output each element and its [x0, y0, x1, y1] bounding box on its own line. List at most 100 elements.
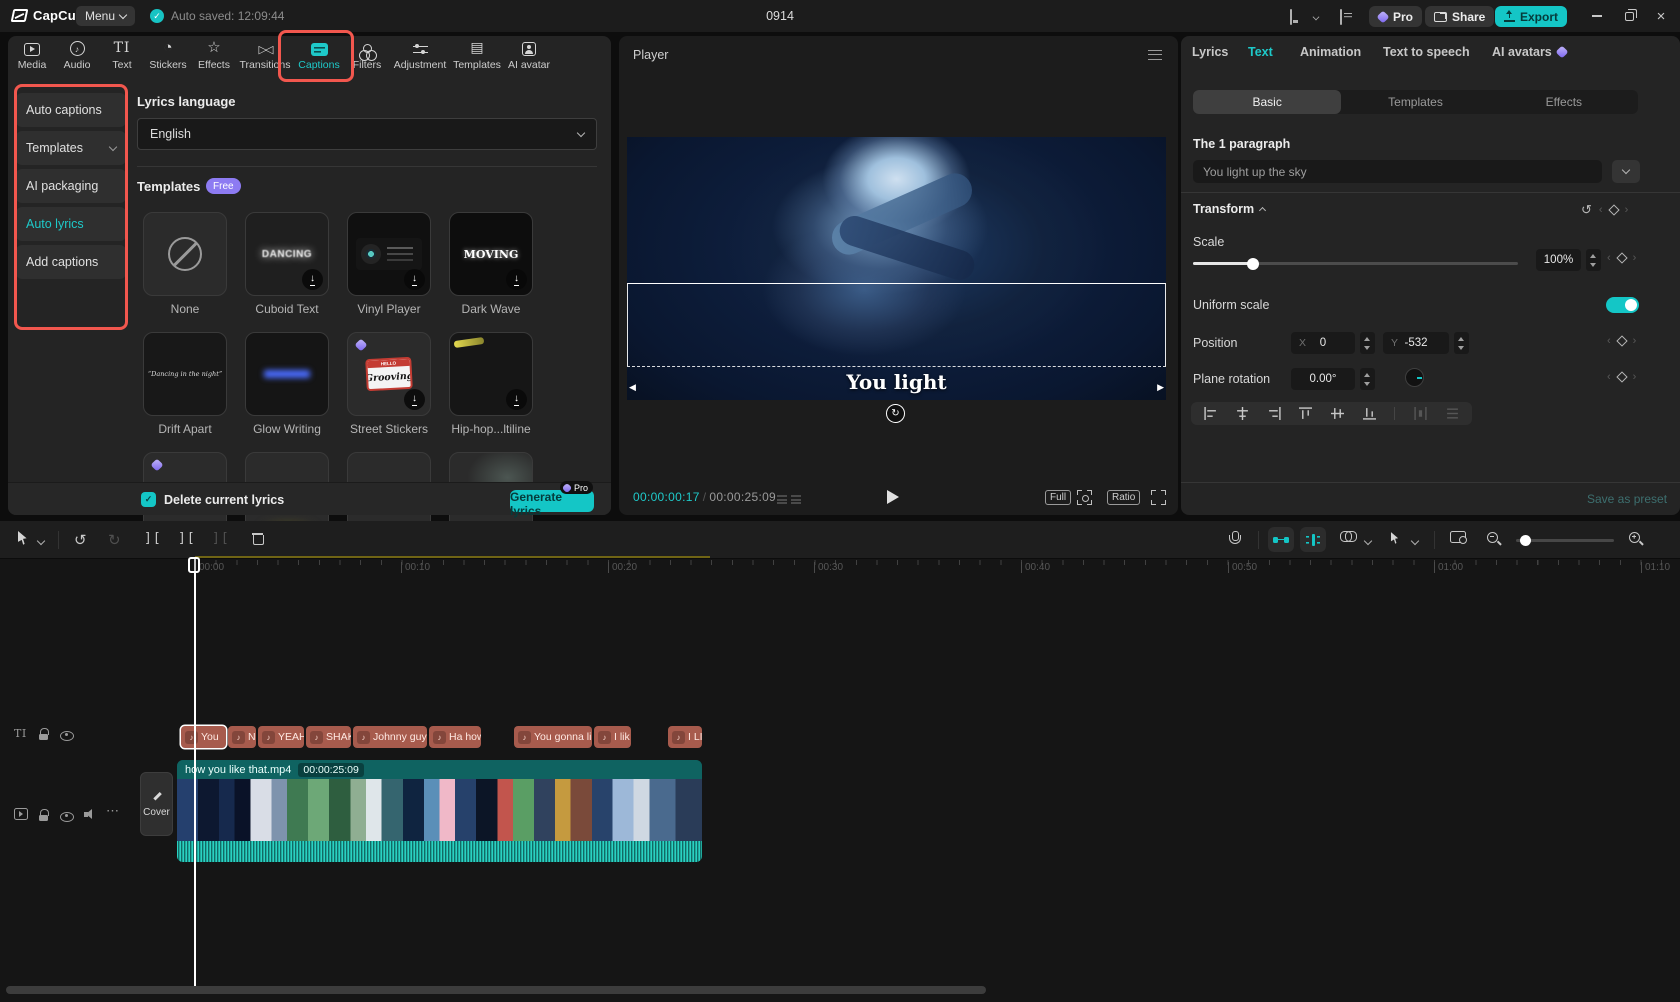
- delete-lyrics-checkbox[interactable]: ✓: [141, 492, 156, 507]
- caption-clip[interactable]: ♪ SHAK: [306, 726, 351, 748]
- selection-handle-left[interactable]: ◀: [629, 382, 636, 393]
- uniform-scale-toggle[interactable]: [1606, 297, 1639, 313]
- align-bottom-icon[interactable]: [1363, 407, 1376, 420]
- minimize-button[interactable]: [1588, 8, 1606, 24]
- tab-ai-avatars[interactable]: AI avatars: [1492, 45, 1567, 59]
- playhead[interactable]: [194, 557, 196, 986]
- subtab-basic[interactable]: Basic: [1193, 90, 1341, 114]
- chevron-down-icon[interactable]: [37, 537, 45, 545]
- tab-lyrics[interactable]: Lyrics: [1192, 45, 1228, 59]
- paragraph-input[interactable]: You light up the sky: [1193, 160, 1602, 183]
- tab-animation[interactable]: Animation: [1300, 45, 1361, 59]
- prev-keyframe-icon[interactable]: ‹: [1607, 252, 1611, 264]
- template-card-hiphop[interactable]: ↓: [449, 332, 533, 416]
- sidebar-item-templates[interactable]: Templates: [16, 131, 126, 165]
- share-button[interactable]: Share: [1425, 6, 1494, 27]
- caption-clip[interactable]: ♪ Johnny guy: [353, 726, 427, 748]
- align-right-icon[interactable]: [1268, 407, 1281, 420]
- auto-splice-button[interactable]: [1300, 527, 1326, 552]
- rotation-value-field[interactable]: 0.00°: [1291, 368, 1355, 390]
- tab-audio[interactable]: ♪ Audio: [56, 39, 98, 79]
- rotation-dial[interactable]: [1405, 368, 1424, 387]
- download-icon[interactable]: ↓: [506, 389, 527, 410]
- sidebar-item-auto-captions[interactable]: Auto captions: [16, 93, 126, 127]
- zoom-out-icon[interactable]: [1486, 531, 1501, 546]
- caption-clip[interactable]: ♪ I LIK: [668, 726, 702, 748]
- sidebar-item-ai-packaging[interactable]: AI packaging: [16, 169, 126, 203]
- align-top-icon[interactable]: [1299, 407, 1312, 420]
- delete-icon[interactable]: [252, 531, 264, 545]
- template-card-vinyl-player[interactable]: ↓: [347, 212, 431, 296]
- chevron-down-icon[interactable]: [1364, 537, 1372, 545]
- zoom-preview-icon[interactable]: [1077, 490, 1092, 508]
- prev-keyframe-icon[interactable]: ‹: [1599, 204, 1603, 216]
- tab-media[interactable]: Media: [10, 39, 54, 79]
- template-card-glow-writing[interactable]: [245, 332, 329, 416]
- template-card-none[interactable]: [143, 212, 227, 296]
- template-card-drift-apart[interactable]: “Dancing in the night”: [143, 332, 227, 416]
- export-button[interactable]: Export: [1495, 6, 1567, 27]
- close-button[interactable]: ×: [1652, 8, 1670, 24]
- download-icon[interactable]: ↓: [302, 269, 323, 290]
- template-card-dark-wave[interactable]: MOVING ↓: [449, 212, 533, 296]
- caption-clip[interactable]: ♪ You: [181, 726, 226, 748]
- next-keyframe-icon[interactable]: ›: [1633, 371, 1637, 383]
- tab-captions[interactable]: Captions: [295, 39, 343, 79]
- caption-overlay-text[interactable]: You light: [627, 370, 1166, 394]
- tab-text-to-speech[interactable]: Text to speech: [1383, 45, 1470, 59]
- play-button[interactable]: [887, 490, 899, 504]
- tab-filters[interactable]: Filters: [345, 39, 389, 79]
- tab-transitions[interactable]: ▷◁ Transitions: [236, 39, 294, 79]
- tab-adjustment[interactable]: Adjustment: [390, 39, 450, 79]
- video-clip[interactable]: how you like that.mp4 00:00:25:09: [177, 760, 702, 862]
- chevron-down-icon[interactable]: [1313, 14, 1320, 21]
- zoom-slider-knob[interactable]: [1520, 535, 1531, 546]
- caption-clip[interactable]: ♪ I lik: [594, 726, 631, 748]
- caption-clip[interactable]: ♪ YEAH: [258, 726, 304, 748]
- scale-slider[interactable]: [1193, 262, 1518, 265]
- transform-section-header[interactable]: Transform: [1193, 202, 1265, 216]
- record-voiceover-icon[interactable]: [1228, 531, 1240, 546]
- rotation-stepper[interactable]: [1360, 368, 1375, 390]
- reset-icon[interactable]: ↺: [1581, 202, 1592, 218]
- ratio-button[interactable]: Ratio: [1107, 490, 1140, 505]
- chevron-down-icon[interactable]: [1411, 537, 1419, 545]
- lock-icon[interactable]: [38, 809, 50, 822]
- caption-clip[interactable]: ♪ You gonna li: [514, 726, 592, 748]
- sidebar-item-add-captions[interactable]: Add captions: [16, 245, 126, 279]
- align-middle-v-icon[interactable]: [1331, 407, 1344, 420]
- cursor-tool-icon[interactable]: [18, 531, 29, 545]
- player-menu-icon[interactable]: [1148, 49, 1162, 63]
- template-card-street-stickers[interactable]: HELLO Grooving ↓: [347, 332, 431, 416]
- template-card-cuboid-text[interactable]: DANCING ↓: [245, 212, 329, 296]
- next-keyframe-icon[interactable]: ›: [1633, 252, 1637, 264]
- selection-handle-right[interactable]: ▶: [1157, 382, 1164, 393]
- tab-text[interactable]: Text: [1248, 45, 1273, 59]
- scale-value[interactable]: 100%: [1536, 249, 1581, 271]
- panel-layout-icon[interactable]: [1340, 10, 1342, 24]
- delete-left-icon[interactable]: ][: [178, 531, 196, 546]
- rotate-handle[interactable]: ↻: [886, 404, 905, 423]
- list-icon[interactable]: [777, 493, 787, 507]
- download-icon[interactable]: ↓: [404, 389, 425, 410]
- keyframe-icon[interactable]: [1616, 252, 1627, 263]
- playhead-handle[interactable]: [188, 557, 200, 573]
- align-center-h-icon[interactable]: [1236, 407, 1249, 420]
- subtab-effects[interactable]: Effects: [1490, 90, 1638, 114]
- fullscreen-icon[interactable]: [1151, 490, 1166, 508]
- paragraph-expand-button[interactable]: [1612, 160, 1640, 183]
- download-icon[interactable]: ↓: [506, 269, 527, 290]
- maximize-button[interactable]: [1620, 8, 1638, 24]
- tab-stickers[interactable]: ◔ Stickers: [144, 39, 192, 79]
- position-y-field[interactable]: Y -532: [1383, 332, 1449, 354]
- full-button[interactable]: Full: [1045, 490, 1071, 505]
- keyframe-icon[interactable]: [1616, 335, 1627, 346]
- preview-axis-icon[interactable]: [1450, 531, 1466, 543]
- subtab-templates[interactable]: Templates: [1341, 90, 1489, 114]
- next-keyframe-icon[interactable]: ›: [1633, 335, 1637, 347]
- scale-stepper[interactable]: [1586, 249, 1601, 271]
- keyframe-icon[interactable]: [1616, 371, 1627, 382]
- split-icon[interactable]: ][: [144, 531, 162, 546]
- caption-clip[interactable]: ♪ NE: [228, 726, 256, 748]
- zoom-in-icon[interactable]: [1628, 531, 1643, 546]
